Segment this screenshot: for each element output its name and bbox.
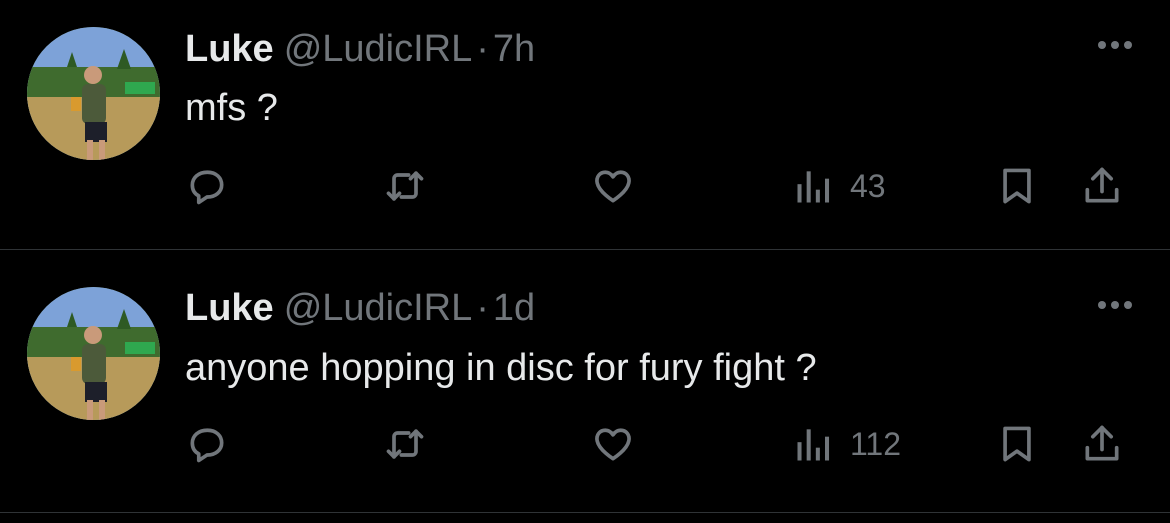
retweet-button[interactable] (383, 162, 427, 210)
like-icon (595, 428, 631, 461)
reply-button[interactable] (185, 162, 229, 210)
views-button[interactable]: 43 (792, 162, 886, 210)
reply-icon (190, 170, 224, 205)
tweet-text: mfs ? (185, 87, 278, 129)
author-name[interactable]: Luke (185, 287, 274, 329)
more-button[interactable] (1090, 290, 1140, 320)
author-handle[interactable]: @LudicIRL (284, 28, 473, 70)
more-icon (1098, 301, 1132, 309)
tweet-time[interactable]: 1d (493, 287, 535, 329)
more-icon (1098, 41, 1132, 49)
tweet-time[interactable]: 7h (493, 28, 535, 70)
like-button[interactable] (591, 420, 635, 468)
tweet[interactable]: Luke @LudicIRL · 1d anyone hopping in disc … (0, 250, 1170, 513)
views-count: 43 (850, 167, 886, 204)
reply-button[interactable] (185, 420, 229, 468)
share-icon (1085, 425, 1119, 461)
avatar[interactable] (27, 287, 160, 420)
tweet-feed: Luke @LudicIRL · 7h mfs ? 43 Luke @Ludic… (0, 0, 1170, 523)
avatar[interactable] (27, 27, 160, 160)
share-button[interactable] (1080, 162, 1124, 210)
tweet-header: Luke @LudicIRL · 1d (185, 286, 535, 330)
share-icon (1085, 167, 1119, 203)
retweet-button[interactable] (383, 420, 427, 468)
tweet-actions: 43 (185, 162, 1145, 210)
more-button[interactable] (1090, 30, 1140, 60)
tweet-actions: 112 (185, 420, 1145, 468)
retweet-icon (386, 429, 424, 459)
views-icon (797, 171, 830, 203)
bookmark-button[interactable] (995, 162, 1039, 210)
bookmark-icon (1003, 168, 1031, 204)
tweet-header: Luke @LudicIRL · 7h (185, 27, 535, 71)
views-button[interactable]: 112 (792, 420, 901, 468)
tweet-text: anyone hopping in disc for fury fight ? (185, 347, 817, 389)
bookmark-icon (1003, 426, 1031, 462)
reply-icon (190, 428, 224, 463)
author-handle[interactable]: @LudicIRL (284, 287, 473, 329)
like-icon (595, 170, 631, 203)
share-button[interactable] (1080, 420, 1124, 468)
tweet[interactable]: Luke @LudicIRL · 7h mfs ? 43 (0, 0, 1170, 250)
retweet-icon (386, 171, 424, 201)
views-icon (797, 429, 830, 461)
bookmark-button[interactable] (995, 420, 1039, 468)
separator-dot: · (476, 28, 489, 70)
views-count: 112 (850, 425, 902, 462)
author-name[interactable]: Luke (185, 28, 274, 70)
separator-dot: · (476, 287, 489, 329)
like-button[interactable] (591, 162, 635, 210)
